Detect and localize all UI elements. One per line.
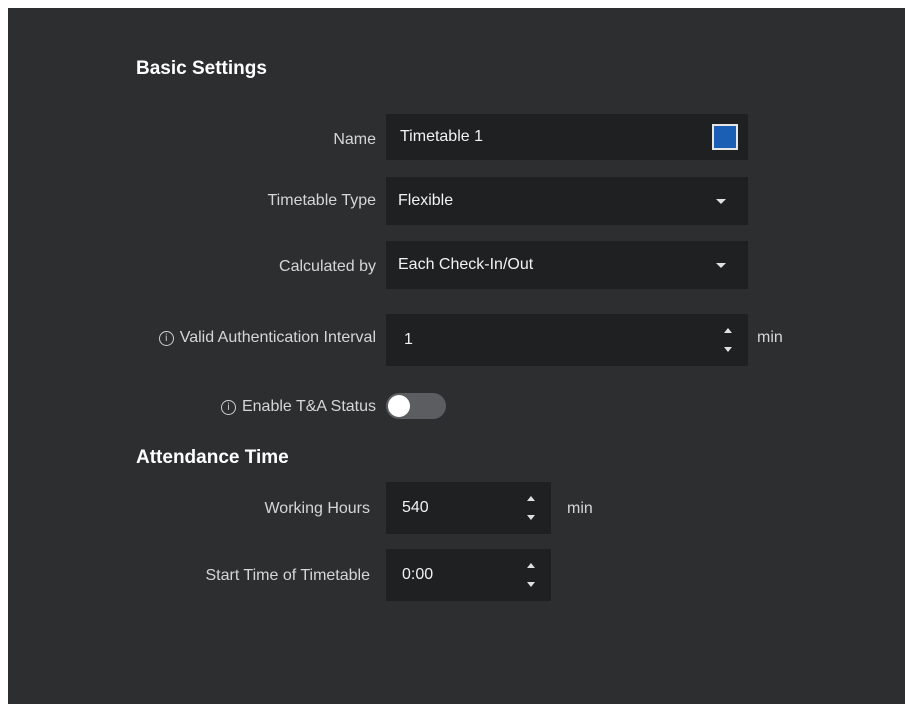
- timetable-type-value: Flexible: [398, 192, 454, 209]
- enable-ta-status-label: i Enable T&A Status: [220, 398, 376, 416]
- name-label: Name: [333, 131, 376, 148]
- working-hours-unit: min: [567, 500, 593, 517]
- enable-ta-status-text: Enable T&A Status: [241, 398, 376, 415]
- start-time-stepper[interactable]: [525, 560, 537, 590]
- chevron-down-icon: [716, 263, 726, 268]
- working-hours-value: 540: [402, 499, 429, 516]
- start-time-input[interactable]: 0:00: [386, 549, 551, 601]
- stepper-up-icon[interactable]: [527, 563, 535, 568]
- calculated-by-select[interactable]: Each Check-In/Out: [386, 241, 748, 289]
- start-time-value: 0:00: [402, 566, 434, 583]
- stepper-up-icon[interactable]: [527, 496, 535, 501]
- valid-auth-interval-stepper[interactable]: [722, 325, 734, 355]
- stepper-down-icon[interactable]: [527, 515, 535, 520]
- valid-auth-interval-unit: min: [757, 329, 783, 346]
- color-picker-swatch[interactable]: [712, 124, 738, 150]
- valid-auth-interval-input[interactable]: 1: [386, 314, 748, 366]
- toggle-knob: [388, 395, 410, 417]
- working-hours-input[interactable]: 540: [386, 482, 551, 534]
- timetable-type-select[interactable]: Flexible: [386, 177, 748, 225]
- name-value: Timetable 1: [400, 128, 483, 145]
- working-hours-label: Working Hours: [264, 500, 370, 517]
- stepper-up-icon[interactable]: [724, 328, 732, 333]
- stepper-down-icon[interactable]: [724, 347, 732, 352]
- stepper-down-icon[interactable]: [527, 582, 535, 587]
- calculated-by-value: Each Check-In/Out: [398, 256, 534, 273]
- info-icon[interactable]: i: [220, 400, 236, 415]
- timetable-settings-panel: Basic Settings Name Timetable 1 Timetabl…: [8, 8, 905, 704]
- enable-ta-status-toggle[interactable]: [386, 393, 446, 419]
- valid-auth-interval-value: 1: [404, 331, 413, 348]
- chevron-down-icon: [716, 199, 726, 204]
- start-time-label: Start Time of Timetable: [205, 567, 370, 584]
- name-field[interactable]: Timetable 1: [386, 114, 748, 160]
- timetable-type-label: Timetable Type: [267, 192, 377, 209]
- info-icon[interactable]: i: [158, 331, 174, 346]
- working-hours-stepper[interactable]: [525, 493, 537, 523]
- basic-settings-title: Basic Settings: [136, 58, 267, 79]
- valid-auth-interval-text: Valid Authentication Interval: [179, 329, 376, 346]
- valid-auth-interval-label: i Valid Authentication Interval: [158, 329, 376, 347]
- attendance-time-title: Attendance Time: [136, 447, 289, 468]
- calculated-by-label: Calculated by: [279, 258, 376, 275]
